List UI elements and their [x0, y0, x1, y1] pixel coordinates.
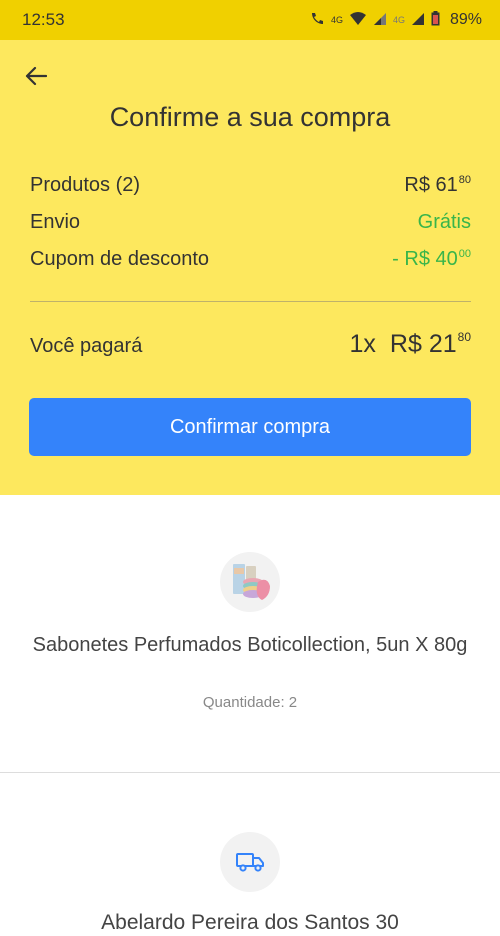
battery-level: 89%	[449, 11, 482, 28]
products-label: Produtos (2)	[30, 174, 141, 196]
product-name: Sabonetes Perfumados Boticollection, 5un…	[32, 634, 468, 656]
arrow-left-icon	[25, 66, 47, 86]
product-quantity: Quantidade: 2	[202, 694, 298, 711]
network-label-2: 4G	[392, 15, 405, 25]
coupon-label: Cupom de desconto	[30, 248, 210, 270]
signal-icon	[373, 12, 387, 29]
page-title: Confirme a sua compra	[109, 102, 391, 132]
status-icons: 4G 4G 89%	[309, 11, 482, 30]
purchase-summary-header: Confirme a sua compra Produtos (2) R$ 61…	[0, 40, 500, 495]
truck-icon	[236, 853, 264, 872]
confirm-purchase-button[interactable]: Confirmar compra	[29, 398, 471, 456]
payment-value: 1x R$ 2180	[350, 330, 471, 359]
payment-cents: 80	[457, 330, 471, 344]
status-time: 12:53	[22, 10, 65, 29]
summary-divider	[30, 301, 471, 302]
summary-row-products: Produtos (2) R$ 6180	[30, 174, 471, 197]
shipping-label: Envio	[30, 211, 81, 233]
installments: 1x	[349, 330, 376, 358]
call-icon	[309, 11, 325, 30]
signal-icon-2	[411, 12, 425, 29]
summary-row-shipping: Envio Grátis	[30, 211, 471, 234]
shipping-value: Grátis	[417, 211, 471, 233]
payment-row: Você pagará 1x R$ 2180	[30, 330, 471, 359]
battery-icon	[431, 11, 440, 29]
wifi-icon	[349, 11, 367, 29]
products-value: R$ 6180	[404, 174, 471, 196]
status-bar: 12:53 4G 4G 89%	[0, 0, 500, 40]
shipping-icon-container	[220, 832, 280, 892]
shipping-address: Abelardo Pereira dos Santos 30	[101, 911, 399, 934]
back-button[interactable]	[20, 60, 52, 92]
summary-row-coupon: Cupom de desconto - R$ 4000	[30, 248, 471, 271]
payment-label: Você pagará	[30, 335, 143, 357]
network-label-1: 4G	[330, 15, 343, 25]
product-image	[220, 552, 280, 612]
payment-amount: R$ 21	[389, 330, 457, 358]
coupon-value: - R$ 4000	[392, 248, 471, 270]
section-divider	[0, 772, 500, 773]
